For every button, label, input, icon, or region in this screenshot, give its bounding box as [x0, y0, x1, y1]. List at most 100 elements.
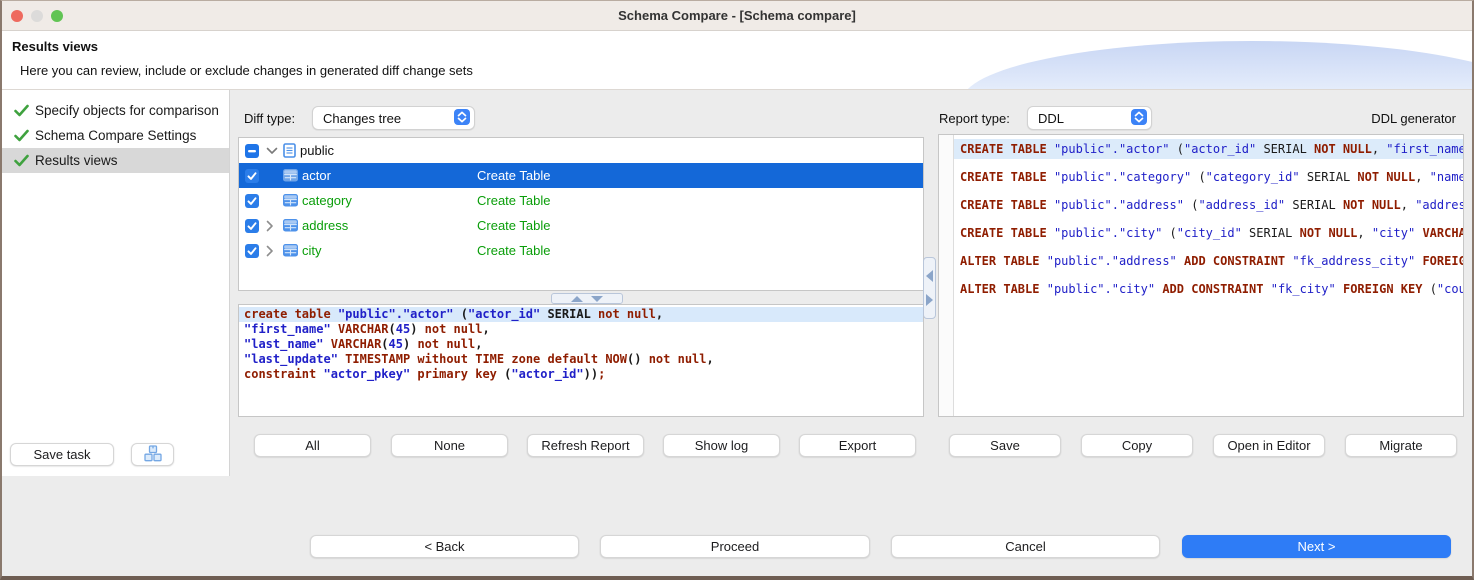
stepper-chevrons-icon — [1131, 109, 1147, 128]
code-line: ALTER TABLE "public"."address" ADD CONST… — [954, 251, 1463, 271]
table-grid-icon — [283, 169, 298, 182]
refresh-report-button[interactable]: Refresh Report — [527, 434, 644, 457]
all-button[interactable]: All — [254, 434, 371, 457]
close-icon[interactable] — [11, 10, 23, 22]
diff-type-label: Diff type: — [244, 111, 295, 126]
sidebar-item-compare-settings[interactable]: Schema Compare Settings — [2, 123, 229, 148]
collapse-right-icon[interactable] — [926, 294, 933, 306]
back-button[interactable]: < Back — [310, 535, 579, 558]
save-task-button[interactable]: Save task — [10, 443, 114, 466]
zoom-icon[interactable] — [51, 10, 63, 22]
schema-document-icon — [283, 143, 296, 158]
minimize-icon — [31, 10, 43, 22]
next-button-label: Next > — [1298, 539, 1336, 554]
checkbox-checked[interactable] — [245, 194, 259, 208]
title-bar: Schema Compare - [Schema compare] — [2, 1, 1472, 31]
copy-button-label: Copy — [1122, 438, 1152, 453]
next-button[interactable]: Next > — [1182, 535, 1451, 558]
sidebar-item-specify-objects[interactable]: Specify objects for comparison — [2, 98, 229, 123]
tree-node-label: public — [300, 143, 334, 158]
code-line: "first_name" VARCHAR(45) not null, — [239, 322, 923, 337]
code-line: create table "public"."actor" ("actor_id… — [239, 307, 923, 322]
wizard-steps-sidebar: Specify objects for comparison Schema Co… — [2, 90, 230, 476]
code-line: CREATE TABLE "public"."address" ("addres… — [954, 195, 1463, 215]
code-line: constraint "actor_pkey" primary key ("ac… — [239, 367, 923, 382]
editor-annotation-ruler — [939, 135, 954, 416]
checkbox-checked[interactable] — [245, 219, 259, 233]
stepper-chevrons-icon — [454, 109, 470, 128]
sidebar-item-results-views[interactable]: Results views — [2, 148, 229, 173]
diff-type-value: Changes tree — [323, 111, 401, 126]
table-grid-icon — [283, 194, 298, 207]
report-type-label: Report type: — [939, 111, 1010, 126]
tree-node-label: actor — [302, 168, 331, 183]
show-log-button-label: Show log — [695, 438, 748, 453]
check-icon — [14, 154, 29, 167]
checkbox-checked[interactable] — [245, 244, 259, 258]
check-icon — [14, 104, 29, 117]
none-button[interactable]: None — [391, 434, 508, 457]
migrate-button-label: Migrate — [1379, 438, 1422, 453]
checkbox-indeterminate[interactable] — [245, 144, 259, 158]
table-grid-icon — [283, 219, 298, 232]
collapse-up-icon[interactable] — [571, 296, 583, 302]
save-button-label: Save — [990, 438, 1020, 453]
tree-row-category[interactable]: category Create Table — [239, 188, 923, 213]
stacked-boxes-icon — [143, 445, 163, 465]
migrate-button[interactable]: Migrate — [1345, 434, 1457, 457]
cancel-button-label: Cancel — [1005, 539, 1045, 554]
tree-node-action: Create Table — [477, 243, 550, 258]
tree-row-address[interactable]: address Create Table — [239, 213, 923, 238]
sql-preview-editor[interactable]: create table "public"."actor" ("actor_id… — [238, 304, 924, 417]
proceed-button[interactable]: Proceed — [600, 535, 870, 558]
sidebar-item-label: Schema Compare Settings — [35, 128, 196, 143]
table-grid-icon — [283, 244, 298, 257]
report-type-value: DDL — [1038, 111, 1064, 126]
diff-type-select[interactable]: Changes tree — [312, 106, 475, 130]
collapse-left-icon[interactable] — [926, 270, 933, 282]
show-log-button[interactable]: Show log — [663, 434, 780, 457]
export-button[interactable]: Export — [799, 434, 916, 457]
code-line: CREATE TABLE "public"."category" ("categ… — [954, 167, 1463, 187]
tree-node-action: Create Table — [477, 218, 550, 233]
tree-row-actor[interactable]: actor Create Table — [239, 163, 923, 188]
copy-button[interactable]: Copy — [1081, 434, 1193, 457]
changes-tree[interactable]: public actor Create Table — [238, 137, 924, 291]
chevron-right-icon[interactable] — [266, 220, 283, 232]
sidebar-item-label: Specify objects for comparison — [35, 103, 219, 118]
back-button-label: < Back — [424, 539, 464, 554]
tree-node-action: Create Table — [477, 193, 550, 208]
ddl-editor[interactable]: CREATE TABLE "public"."actor" ("actor_id… — [938, 134, 1464, 417]
open-in-editor-button-label: Open in Editor — [1227, 438, 1310, 453]
page-title: Results views — [12, 39, 98, 54]
tree-row-public[interactable]: public — [239, 138, 923, 163]
header-decoration — [962, 41, 1472, 90]
tree-node-label: city — [302, 243, 322, 258]
sidebar-item-label: Results views — [35, 153, 118, 168]
proceed-button-label: Proceed — [711, 539, 759, 554]
checkbox-checked[interactable] — [245, 169, 259, 183]
cancel-button[interactable]: Cancel — [891, 535, 1160, 558]
vertical-sash-handle[interactable] — [923, 257, 936, 319]
ddl-generator-label: DDL generator — [1371, 111, 1456, 126]
code-line: "last_name" VARCHAR(45) not null, — [239, 337, 923, 352]
code-line: "last_update" TIMESTAMP without TIME zon… — [239, 352, 923, 367]
tree-node-label: category — [302, 193, 352, 208]
task-variables-button[interactable] — [131, 443, 174, 466]
all-button-label: All — [305, 438, 319, 453]
report-type-select[interactable]: DDL — [1027, 106, 1152, 130]
horizontal-sash-handle[interactable] — [551, 293, 623, 304]
code-line: CREATE TABLE "public"."actor" ("actor_id… — [954, 139, 1463, 159]
save-button[interactable]: Save — [949, 434, 1061, 457]
save-task-label: Save task — [33, 447, 90, 462]
code-line: CREATE TABLE "public"."city" ("city_id" … — [954, 223, 1463, 243]
ddl-code-area: CREATE TABLE "public"."actor" ("actor_id… — [954, 135, 1463, 416]
export-button-label: Export — [839, 438, 877, 453]
tree-node-label: address — [302, 218, 348, 233]
collapse-down-icon[interactable] — [591, 296, 603, 302]
chevron-right-icon[interactable] — [266, 245, 283, 257]
chevron-down-icon[interactable] — [266, 147, 283, 155]
schema-compare-dialog: Schema Compare - [Schema compare] Result… — [0, 0, 1474, 580]
tree-row-city[interactable]: city Create Table — [239, 238, 923, 263]
open-in-editor-button[interactable]: Open in Editor — [1213, 434, 1325, 457]
